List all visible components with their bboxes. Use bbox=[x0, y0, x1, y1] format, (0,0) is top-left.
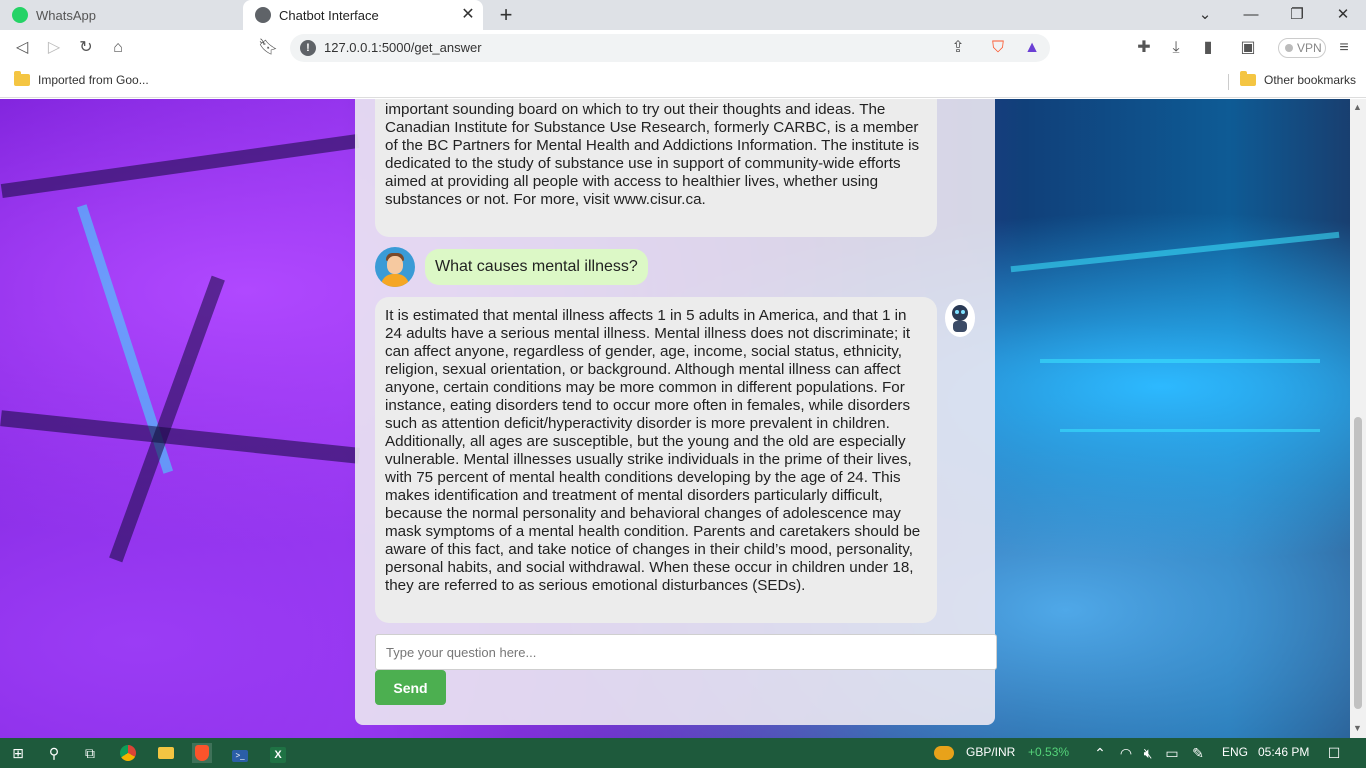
reload-icon[interactable]: ↻ bbox=[74, 36, 98, 60]
extensions-icon[interactable]: ✚ bbox=[1132, 36, 1156, 60]
wifi-icon[interactable]: ◠ bbox=[1116, 743, 1136, 763]
tab-label: Chatbot Interface bbox=[279, 7, 379, 23]
robot-torso bbox=[953, 321, 967, 332]
minimize-button[interactable]: — bbox=[1228, 0, 1274, 30]
windows-start-icon[interactable]: ⊞ bbox=[8, 743, 28, 763]
back-icon[interactable]: ◁ bbox=[10, 36, 34, 60]
bot-avatar bbox=[945, 299, 975, 337]
restore-button[interactable]: ❐ bbox=[1274, 0, 1320, 30]
robot-eye bbox=[961, 310, 965, 314]
globe-icon bbox=[255, 7, 271, 23]
address-bar[interactable]: ! 127.0.0.1:5000/get_answer ⇪ ⛉ ▲ bbox=[290, 34, 1050, 62]
scrollbar-thumb[interactable] bbox=[1354, 417, 1362, 709]
clock[interactable]: 05:46 PM bbox=[1258, 745, 1309, 759]
background-glow-line bbox=[1010, 231, 1340, 273]
background-glow-line bbox=[1040, 359, 1320, 363]
notifications-icon[interactable]: ☐ bbox=[1324, 743, 1344, 763]
bookmark-icon[interactable]: 🔖︎ bbox=[256, 36, 280, 60]
windows-taskbar: ⊞ ⚲ ⧉ >_ X GBP/INR +0.53% ⌃ ◠ 🔇︎ ▭ ✎ ENG… bbox=[0, 738, 1366, 768]
user-message-row: What causes mental illness? bbox=[375, 247, 648, 287]
folder-icon bbox=[14, 71, 30, 86]
whatsapp-icon bbox=[12, 7, 28, 23]
tab-chatbot-interface[interactable]: Chatbot Interface ✕ bbox=[243, 0, 483, 30]
bookmark-folder-other[interactable]: Other bookmarks bbox=[1240, 71, 1357, 87]
bot-message: important sounding board on which to try… bbox=[375, 99, 937, 237]
address-url[interactable]: 127.0.0.1:5000/get_answer bbox=[324, 40, 482, 55]
scroll-down-icon[interactable]: ▼ bbox=[1353, 723, 1362, 733]
excel-icon[interactable]: X bbox=[268, 743, 288, 763]
close-tab-icon[interactable]: ✕ bbox=[459, 6, 477, 24]
downloads-icon[interactable]: ⤓ bbox=[1164, 36, 1188, 60]
bookmark-label: Other bookmarks bbox=[1264, 73, 1357, 87]
bot-message-text: important sounding board on which to try… bbox=[385, 101, 920, 208]
close-window-button[interactable]: ✕ bbox=[1320, 0, 1366, 30]
share-icon[interactable]: ⇪ bbox=[946, 36, 970, 60]
chat-container: important sounding board on which to try… bbox=[355, 99, 997, 725]
sidebar-icon[interactable]: ▮ bbox=[1196, 36, 1220, 60]
bookmark-label: Imported from Goo... bbox=[38, 73, 149, 87]
bookmark-folder-imported[interactable]: Imported from Goo... bbox=[14, 71, 149, 87]
ticker-icon[interactable] bbox=[934, 743, 954, 763]
home-icon[interactable]: ⌂ bbox=[106, 36, 130, 60]
background-hex-line bbox=[0, 134, 360, 198]
background-hex-line bbox=[109, 275, 225, 563]
powershell-icon[interactable]: >_ bbox=[230, 743, 250, 763]
page-viewport: important sounding board on which to try… bbox=[0, 99, 1366, 738]
wallet-icon[interactable]: ▣ bbox=[1236, 36, 1260, 60]
ticker-pair[interactable]: GBP/INR bbox=[966, 745, 1015, 759]
vpn-button[interactable]: VPN bbox=[1278, 38, 1326, 58]
user-avatar bbox=[375, 247, 415, 287]
question-input[interactable] bbox=[375, 634, 997, 670]
avatar-face bbox=[387, 256, 403, 274]
avatar-body bbox=[381, 274, 409, 287]
background-glow-line bbox=[1060, 429, 1320, 432]
bookmarks-bar: Imported from Goo... Other bookmarks bbox=[0, 66, 1366, 98]
tab-strip: WhatsApp Chatbot Interface ✕ + ⌄ — ❐ ✕ bbox=[0, 0, 1366, 30]
file-explorer-icon[interactable] bbox=[156, 743, 176, 763]
page-scrollbar[interactable]: ▲ ▼ bbox=[1350, 99, 1366, 738]
site-info-icon[interactable]: ! bbox=[300, 40, 316, 56]
forward-icon[interactable]: ▷ bbox=[42, 36, 66, 60]
brave-shields-icon[interactable]: ⛉ bbox=[986, 36, 1010, 60]
tab-label: WhatsApp bbox=[36, 7, 96, 23]
new-tab-button[interactable]: + bbox=[494, 3, 518, 27]
robot-eye bbox=[955, 310, 959, 314]
user-message: What causes mental illness? bbox=[425, 249, 648, 285]
chrome-icon[interactable] bbox=[118, 743, 138, 763]
search-icon[interactable]: ⚲ bbox=[44, 743, 64, 763]
send-button[interactable]: Send bbox=[375, 670, 446, 705]
bot-message-text: It is estimated that mental illness affe… bbox=[385, 307, 921, 594]
pen-icon[interactable]: ✎ bbox=[1188, 743, 1208, 763]
chevron-up-icon[interactable]: ⌃ bbox=[1090, 743, 1110, 763]
brave-browser-icon[interactable] bbox=[192, 743, 212, 763]
volume-muted-icon[interactable]: 🔇︎ bbox=[1138, 743, 1158, 763]
tab-search-chevron-icon[interactable]: ⌄ bbox=[1182, 0, 1228, 30]
menu-icon[interactable]: ≡ bbox=[1332, 36, 1356, 60]
bot-message: It is estimated that mental illness affe… bbox=[375, 297, 937, 623]
battery-icon[interactable]: ▭ bbox=[1162, 743, 1182, 763]
tab-whatsapp[interactable]: WhatsApp bbox=[0, 0, 242, 30]
browser-toolbar: ◁ ▷ ↻ ⌂ 🔖︎ ! 127.0.0.1:5000/get_answer ⇪… bbox=[0, 30, 1366, 66]
ticker-change[interactable]: +0.53% bbox=[1028, 745, 1069, 759]
background-hex-line bbox=[0, 410, 360, 464]
language-indicator[interactable]: ENG bbox=[1222, 745, 1248, 759]
task-view-icon[interactable]: ⧉ bbox=[80, 743, 100, 763]
brave-rewards-icon[interactable]: ▲ bbox=[1020, 36, 1044, 60]
bookmarks-divider bbox=[1228, 74, 1229, 90]
scroll-up-icon[interactable]: ▲ bbox=[1353, 102, 1362, 112]
folder-icon bbox=[1240, 71, 1256, 86]
